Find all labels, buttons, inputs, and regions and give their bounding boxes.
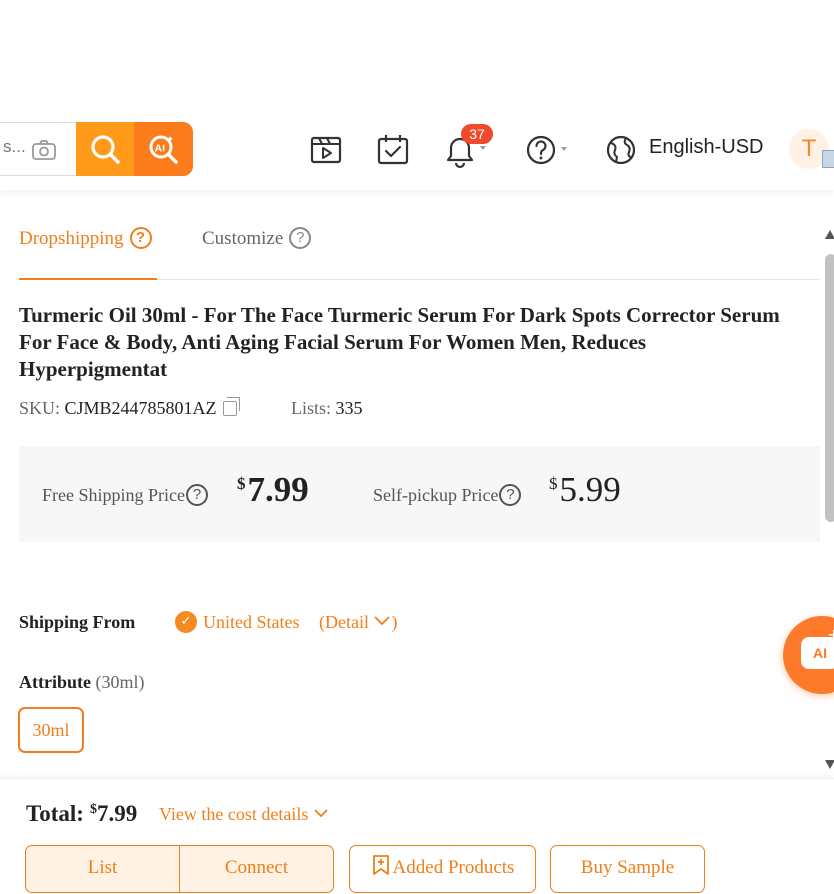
price-box: Free Shipping Price? $7.99 Self-pickup P…: [19, 446, 820, 542]
scrollbar-thumb[interactable]: [825, 254, 834, 522]
scroll-up-arrow[interactable]: [825, 230, 834, 239]
copy-icon[interactable]: [222, 397, 240, 416]
free-shipping-price-label: Free Shipping Price?: [42, 484, 208, 506]
lists-label: Lists:: [291, 398, 332, 418]
attribute-row: Attribute (30ml): [19, 672, 144, 693]
top-navigation-bar: AI English-USD T: [0, 108, 834, 190]
tab-label: Customize: [202, 228, 284, 249]
camera-icon[interactable]: [31, 138, 57, 167]
video-icon[interactable]: [306, 130, 346, 170]
notification-badge: 37: [461, 124, 493, 144]
product-title: Turmeric Oil 30ml - For The Face Turmeri…: [19, 303, 780, 381]
search-input[interactable]: [3, 137, 33, 157]
buy-sample-button[interactable]: Buy Sample: [550, 845, 705, 893]
total-price: Total: $7.99: [26, 801, 138, 826]
tab-label: Dropshipping: [19, 228, 124, 249]
help-icon[interactable]: [522, 130, 567, 170]
chevron-down-icon: [314, 809, 328, 818]
self-pickup-price-label: Self-pickup Price?: [373, 484, 522, 506]
search-box[interactable]: [0, 122, 76, 176]
connect-button[interactable]: Connect: [179, 845, 334, 893]
tab-bar: Dropshipping? Customize?: [19, 220, 820, 280]
check-circle-icon: ✓: [175, 611, 197, 633]
sku-row: SKU: CJMB244785801AZ: [19, 397, 240, 419]
bookmark-plus-icon: [372, 855, 389, 875]
calendar-check-icon[interactable]: [373, 130, 413, 170]
attribute-selected: (30ml): [95, 672, 145, 692]
bottom-action-bar: Total: $7.99 View the cost details List C…: [0, 778, 834, 894]
lists-row: Lists: 335: [291, 398, 363, 419]
shipping-from-label: Shipping From: [19, 612, 136, 632]
added-products-button[interactable]: Added Products: [349, 845, 536, 893]
ai-assistant-button[interactable]: AI +: [783, 616, 834, 694]
language-selector[interactable]: English-USD: [649, 136, 763, 159]
shipping-detail-link[interactable]: (Detail ): [319, 612, 397, 633]
attribute-label: Attribute: [19, 672, 91, 692]
svg-text:AI: AI: [155, 143, 166, 155]
tab-dropshipping[interactable]: Dropshipping?: [19, 220, 157, 280]
question-icon[interactable]: ?: [185, 484, 208, 506]
globe-icon[interactable]: [602, 130, 642, 170]
cost-details-link[interactable]: View the cost details: [159, 804, 329, 825]
tab-customize[interactable]: Customize?: [202, 220, 312, 280]
lists-value: 335: [335, 398, 363, 418]
sku-label: SKU:: [19, 398, 61, 418]
shipping-country[interactable]: United States: [203, 612, 300, 633]
chevron-down-icon: [374, 616, 391, 626]
self-pickup-price: $5.99: [549, 470, 621, 509]
ai-search-button[interactable]: AI: [134, 122, 193, 176]
list-button[interactable]: List: [25, 845, 180, 893]
attribute-option-30ml[interactable]: 30ml: [18, 707, 84, 753]
sparkle-icon: +: [827, 625, 834, 644]
sku-value: CJMB244785801AZ: [64, 398, 217, 418]
free-shipping-price: $7.99: [237, 470, 309, 509]
search-button[interactable]: [76, 122, 135, 176]
question-icon[interactable]: ?: [289, 227, 312, 249]
scroll-down-arrow[interactable]: [825, 760, 834, 769]
question-icon[interactable]: ?: [129, 227, 152, 249]
cube-icon: [822, 150, 834, 168]
question-icon[interactable]: ?: [499, 484, 522, 506]
